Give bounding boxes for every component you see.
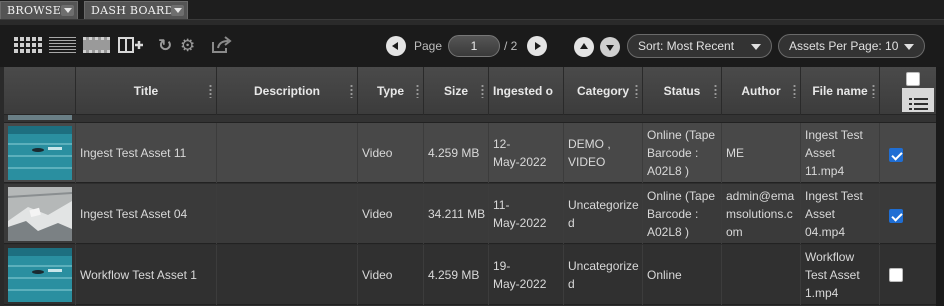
- column-resize-handle[interactable]: [416, 84, 419, 98]
- type-cell: Video: [358, 184, 424, 244]
- column-header-title[interactable]: Title: [76, 67, 217, 115]
- column-header-size[interactable]: Size: [424, 67, 489, 115]
- table-row[interactable]: Ingest Test Asset 04 Video 34.211 MB 11-…: [4, 184, 936, 244]
- title-cell: Workflow Test Asset 1: [76, 245, 217, 305]
- ingested-cell: 12- May-2022: [489, 123, 564, 183]
- description-cell: [217, 184, 358, 244]
- tab-dashboard[interactable]: DASH BOARD: [84, 1, 188, 19]
- type-cell: Video: [358, 245, 424, 305]
- column-resize-handle[interactable]: [481, 84, 484, 98]
- refresh-icon[interactable]: ↻: [158, 36, 172, 56]
- sort-ascending-button[interactable]: [574, 37, 594, 57]
- category-cell: Uncategorize d: [564, 245, 643, 305]
- asset-thumbnail[interactable]: [8, 126, 72, 180]
- table-row[interactable]: Ingest Test Asset 11 Video 4.259 MB 12- M…: [4, 123, 936, 183]
- share-icon[interactable]: [210, 36, 232, 54]
- description-cell: [217, 123, 358, 183]
- type-cell: Video: [358, 123, 424, 183]
- assets-per-page-dropdown[interactable]: Assets Per Page: 10: [778, 34, 925, 58]
- column-header-ingested[interactable]: Ingested o: [489, 67, 564, 115]
- scrolled-row-remnant: [4, 115, 936, 123]
- column-resize-handle[interactable]: [350, 84, 353, 98]
- tab-browse[interactable]: BROWSE: [0, 1, 78, 19]
- column-header-filename[interactable]: File name: [801, 67, 880, 115]
- tab-browse-label: BROWSE: [7, 4, 62, 17]
- chevron-down-icon[interactable]: [61, 5, 74, 16]
- row-select-checkbox[interactable]: [889, 268, 903, 282]
- ingested-cell: 19- May-2022: [489, 245, 564, 305]
- title-cell: Ingest Test Asset 04: [76, 184, 217, 244]
- chevron-down-icon: [904, 44, 914, 50]
- column-header-type[interactable]: Type: [358, 67, 424, 115]
- select-cell: [880, 123, 936, 183]
- description-cell: [217, 245, 358, 305]
- tab-dashboard-label: DASH BOARD: [91, 4, 174, 17]
- select-cell: [880, 245, 936, 305]
- sort-descending-button[interactable]: [600, 37, 620, 57]
- vertical-scrollbar[interactable]: [936, 67, 944, 306]
- page-label: Page: [414, 39, 443, 53]
- size-cell: 4.259 MB: [424, 123, 489, 183]
- ingested-cell: 11- May-2022: [489, 184, 564, 244]
- column-header-status[interactable]: Status: [643, 67, 722, 115]
- assets-per-page-label: Assets Per Page: 10: [789, 39, 899, 53]
- row-select-checkbox[interactable]: [889, 148, 903, 162]
- previous-page-button[interactable]: [386, 36, 406, 56]
- thumbnail-cell: [4, 245, 76, 305]
- column-resize-handle[interactable]: [635, 84, 638, 98]
- column-resize-handle[interactable]: [872, 84, 875, 98]
- author-cell: ME: [722, 123, 801, 183]
- size-cell: 34.211 MB: [424, 184, 489, 244]
- list-view-icon[interactable]: [49, 37, 76, 53]
- grid-view-icon[interactable]: [14, 37, 42, 53]
- category-cell: Uncategorize d: [564, 184, 643, 244]
- author-cell: admin@ema msolutions.c om: [722, 184, 801, 244]
- author-cell: [722, 245, 801, 305]
- status-cell: Online (Tape Barcode : A02L8 ): [643, 123, 722, 183]
- asset-thumbnail[interactable]: [8, 248, 72, 302]
- column-resize-handle[interactable]: [793, 84, 796, 98]
- page-total: / 2: [504, 39, 518, 53]
- filename-cell: Ingest Test Asset 04.mp4: [801, 184, 880, 244]
- sort-dropdown-label: Sort: Most Recent: [638, 39, 735, 53]
- table-row[interactable]: Workflow Test Asset 1 Video 4.259 MB 19-…: [4, 245, 936, 305]
- filmstrip-view-icon[interactable]: [83, 37, 110, 53]
- toolbar: ↻ ⚙ Page 1 / 2 Sort: Most Recent Assets …: [0, 25, 944, 67]
- gear-icon[interactable]: ⚙: [180, 36, 195, 56]
- sort-dropdown[interactable]: Sort: Most Recent: [627, 34, 772, 58]
- column-header-category[interactable]: Category: [564, 67, 643, 115]
- filename-cell: Ingest Test Asset 11.mp4: [801, 123, 880, 183]
- chevron-down-icon: [751, 44, 761, 50]
- thumbnail-cell: [4, 123, 76, 183]
- filename-cell: Workflow Test Asset 1.mp4: [801, 245, 880, 305]
- next-page-button[interactable]: [527, 36, 547, 56]
- status-cell: Online: [643, 245, 722, 305]
- column-resize-handle[interactable]: [714, 84, 717, 98]
- column-header-select: [880, 67, 936, 115]
- page-number-input[interactable]: 1: [448, 35, 500, 57]
- column-chooser-icon[interactable]: [902, 88, 934, 112]
- column-resize-handle[interactable]: [209, 84, 212, 98]
- column-header-description[interactable]: Description: [217, 67, 358, 115]
- add-column-icon[interactable]: [118, 36, 144, 54]
- select-cell: [880, 184, 936, 244]
- category-cell: DEMO , VIDEO: [564, 123, 643, 183]
- column-header-author[interactable]: Author: [722, 67, 801, 115]
- size-cell: 4.259 MB: [424, 245, 489, 305]
- chevron-down-icon[interactable]: [171, 5, 184, 16]
- asset-thumbnail[interactable]: [8, 187, 72, 241]
- asset-table: Title Description Type Size Ingested o C…: [4, 67, 936, 306]
- status-cell: Online (Tape Barcode : A02L8 ): [643, 184, 722, 244]
- column-header-thumbnail: [4, 67, 76, 115]
- thumbnail-cell: [4, 184, 76, 244]
- row-select-checkbox[interactable]: [889, 209, 903, 223]
- select-all-checkbox[interactable]: [906, 72, 920, 86]
- tab-bar: BROWSE DASH BOARD: [0, 0, 944, 20]
- title-cell: Ingest Test Asset 11: [76, 123, 217, 183]
- table-header: Title Description Type Size Ingested o C…: [4, 67, 936, 115]
